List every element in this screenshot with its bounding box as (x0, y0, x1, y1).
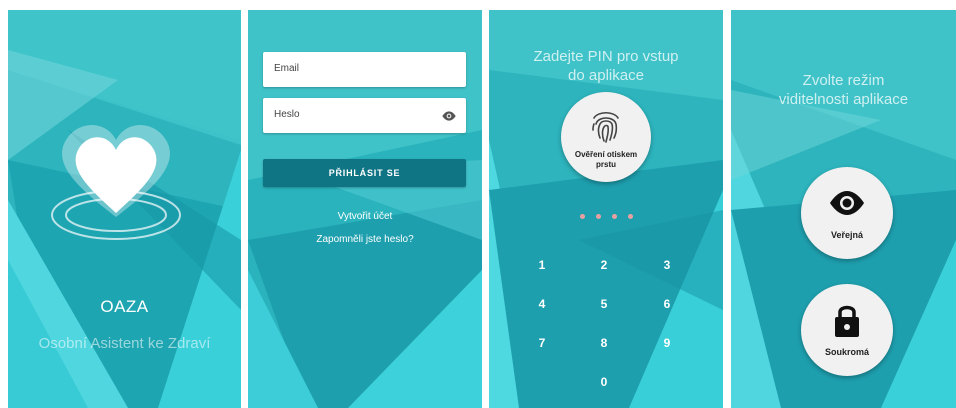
pin-dot (628, 214, 633, 219)
create-account-link[interactable]: Vytvořit účet (248, 211, 482, 222)
visibility-title-line-1: Zvolte režim (802, 72, 885, 89)
key-7[interactable]: 7 (532, 336, 552, 350)
public-mode-label: Veřejná (830, 230, 864, 240)
pin-dot (596, 214, 601, 219)
visibility-title-line-2: viditelnosti aplikace (778, 91, 909, 108)
email-field[interactable]: Email (263, 52, 466, 87)
key-0[interactable]: 0 (594, 375, 614, 389)
app-name: OAZA (100, 297, 149, 316)
key-1[interactable]: 1 (532, 258, 552, 272)
key-3[interactable]: 3 (657, 258, 677, 272)
visibility-screen: Zvolte režim viditelnosti aplikace Veřej… (731, 10, 956, 408)
pin-dot (612, 214, 617, 219)
email-placeholder: Email (274, 63, 300, 74)
key-9[interactable]: 9 (657, 336, 677, 350)
splash-screen: OAZA Osobní Asistent ke Zdraví (8, 10, 241, 408)
password-placeholder: Heslo (274, 109, 300, 120)
fingerprint-label-line-2: prstu (596, 160, 616, 169)
key-2[interactable]: 2 (594, 258, 614, 272)
lock-icon (835, 305, 859, 337)
app-subtitle: Osobní Asistent ke Zdraví (38, 335, 211, 352)
pin-screen: Zadejte PIN pro vstup do aplikace Ověřen… (489, 10, 723, 408)
login-screen: Email Heslo PŘIHLÁSIT SE Vytvořit účet Z… (248, 10, 482, 408)
pin-title-line-2: do aplikace (568, 67, 644, 84)
fingerprint-icon (592, 111, 619, 143)
visibility-title: Zvolte režim viditelnosti aplikace (731, 71, 956, 109)
forgot-password-link[interactable]: Zapomněli jste heslo? (248, 234, 482, 245)
login-button[interactable]: PŘIHLÁSIT SE (263, 159, 466, 187)
pin-title-line-1: Zadejte PIN pro vstup (533, 48, 679, 65)
key-4[interactable]: 4 (532, 297, 552, 311)
key-8[interactable]: 8 (594, 336, 614, 350)
pin-dot (580, 214, 585, 219)
eye-icon (830, 191, 864, 215)
eye-icon[interactable] (441, 108, 457, 124)
password-field[interactable]: Heslo (263, 98, 466, 133)
private-mode-button[interactable]: Soukromá (801, 284, 893, 376)
key-5[interactable]: 5 (594, 297, 614, 311)
fingerprint-button[interactable]: Ověření otiskem prstu (561, 92, 651, 182)
fingerprint-label-line-1: Ověření otiskem (574, 150, 638, 159)
key-6[interactable]: 6 (657, 297, 677, 311)
pin-title: Zadejte PIN pro vstup do aplikace (489, 47, 723, 85)
public-mode-button[interactable]: Veřejná (801, 167, 893, 259)
private-mode-label: Soukromá (824, 347, 869, 357)
heart-logo-icon (51, 125, 181, 240)
